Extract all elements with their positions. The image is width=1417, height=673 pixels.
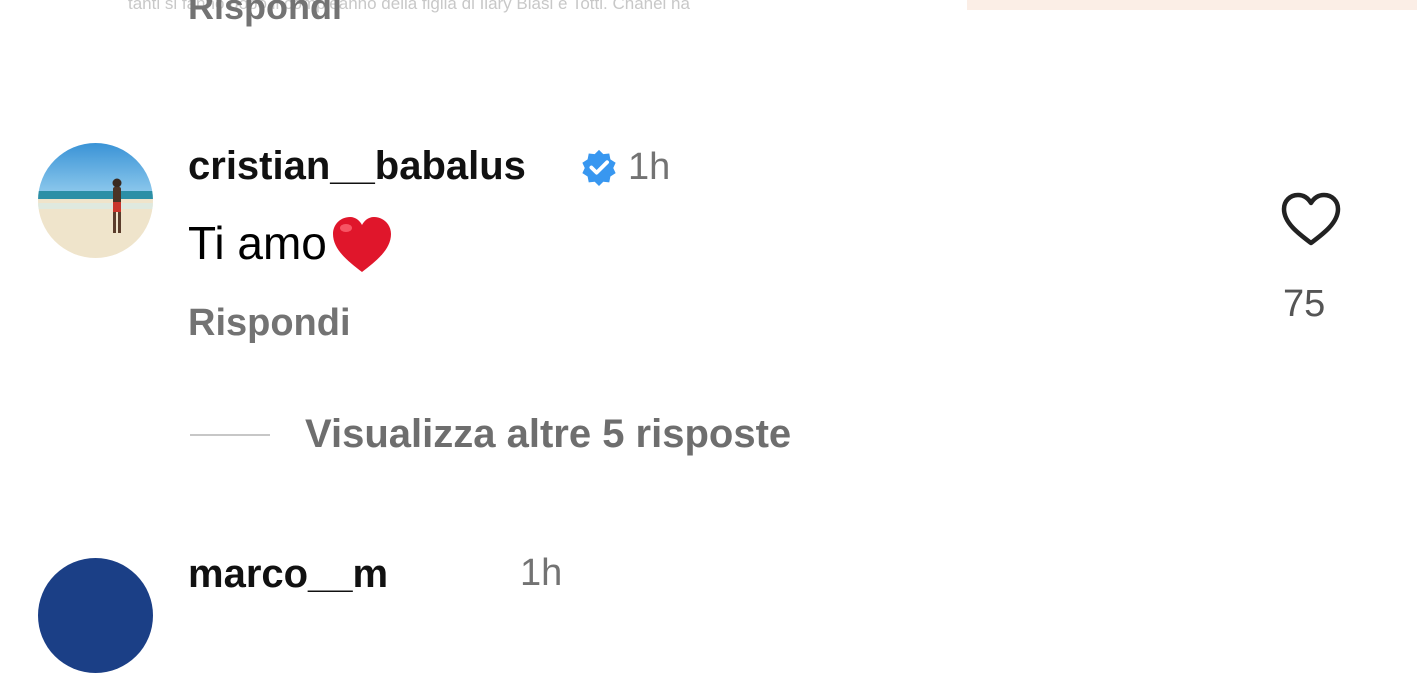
heart-outline-icon[interactable] xyxy=(1280,192,1342,248)
comment-text-row: Ti amo xyxy=(188,210,395,276)
red-heart-emoji xyxy=(332,217,391,272)
previous-reply-link[interactable]: Rispondi xyxy=(188,0,342,28)
beach-photo-avatar xyxy=(38,143,153,258)
verified-badge-icon xyxy=(582,149,616,186)
background-strip xyxy=(967,0,1417,10)
next-comment-username[interactable]: marco__m xyxy=(188,552,388,597)
like-count: 75 xyxy=(1283,283,1326,325)
reply-button[interactable]: Rispondi xyxy=(188,302,351,345)
comment-text: Ti amo xyxy=(188,217,327,269)
next-comment-timestamp: 1h xyxy=(520,552,563,594)
comment-username[interactable]: cristian__babalus xyxy=(188,144,526,189)
replies-divider xyxy=(190,434,270,436)
next-user-avatar[interactable] xyxy=(38,558,153,673)
user-avatar[interactable] xyxy=(38,143,153,258)
view-more-replies-button[interactable]: Visualizza altre 5 risposte xyxy=(305,412,791,457)
comment-timestamp: 1h xyxy=(628,146,671,188)
